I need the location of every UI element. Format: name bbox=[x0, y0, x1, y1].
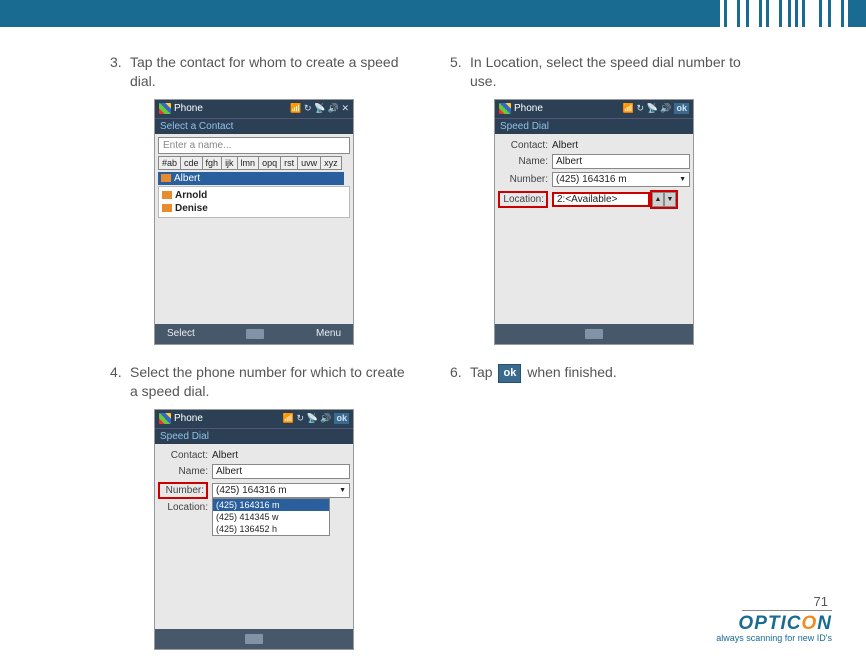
screenshot-contact-list: Phone 📶 ↻ 📡 🔊 ✕ Select a Contact Enter a… bbox=[154, 99, 354, 345]
softkey-select[interactable]: Select bbox=[167, 328, 195, 339]
step-3-number: 3. bbox=[110, 53, 130, 91]
step-5-number: 5. bbox=[450, 53, 470, 91]
step-4-text: Select the phone number for which to cre… bbox=[130, 363, 410, 401]
step-3: 3. Tap the contact for whom to create a … bbox=[110, 53, 410, 345]
ok-button-inline: ok bbox=[498, 364, 521, 383]
barcode-decoration bbox=[717, 0, 848, 27]
name-input[interactable]: Albert bbox=[552, 154, 690, 169]
left-column: 3. Tap the contact for whom to create a … bbox=[110, 53, 410, 668]
step-5: 5. In Location, select the speed dial nu… bbox=[450, 53, 750, 345]
alpha-tabs[interactable]: #abcdefghijklmnopqrstuvwxyz bbox=[158, 156, 350, 170]
shot1-status-icons: 📶 ↻ 📡 🔊 ✕ bbox=[290, 103, 349, 114]
step-6-number: 6. bbox=[450, 363, 470, 383]
shot3-title: Phone bbox=[514, 103, 543, 114]
shot3-subheader: Speed Dial bbox=[495, 118, 693, 134]
dropdown-item-selected[interactable]: (425) 164316 m bbox=[213, 499, 329, 511]
shot1-title: Phone bbox=[174, 103, 203, 114]
screenshot-location-select: Phone 📶 ↻ 📡 🔊 ok Speed Dial Contact:Albe… bbox=[494, 99, 694, 345]
shot1-subheader: Select a Contact bbox=[155, 118, 353, 134]
keyboard-icon[interactable] bbox=[246, 329, 264, 339]
step-3-text: Tap the contact for whom to create a spe… bbox=[130, 53, 410, 91]
page-top-bar bbox=[0, 0, 866, 27]
keyboard-icon[interactable] bbox=[585, 329, 603, 339]
contact-value: Albert bbox=[212, 450, 238, 461]
ok-button[interactable]: ok bbox=[334, 413, 349, 424]
step-4-number: 4. bbox=[110, 363, 130, 401]
brand-tagline: always scanning for new ID's bbox=[716, 633, 832, 643]
name-input[interactable]: Albert bbox=[212, 464, 350, 479]
page-number-rule bbox=[742, 610, 832, 611]
contact-item[interactable]: Arnold bbox=[162, 189, 346, 202]
dropdown-item[interactable]: (425) 414345 w bbox=[213, 511, 329, 523]
step-6-text: Tap ok when finished. bbox=[470, 363, 750, 383]
shot2-title: Phone bbox=[174, 413, 203, 424]
page-number: 71 bbox=[814, 594, 828, 609]
step-6: 6. Tap ok when finished. bbox=[450, 363, 750, 383]
right-column: 5. In Location, select the speed dial nu… bbox=[450, 53, 750, 668]
start-icon bbox=[159, 413, 171, 424]
number-dropdown[interactable]: (425) 164316 m▼ bbox=[552, 172, 690, 187]
step-5-text: In Location, select the speed dial numbe… bbox=[470, 53, 750, 91]
contact-value: Albert bbox=[552, 140, 578, 151]
keyboard-icon[interactable] bbox=[245, 634, 263, 644]
brand-footer: OPTICON always scanning for new ID's bbox=[716, 613, 832, 643]
contact-item-selected[interactable]: Albert bbox=[174, 173, 200, 184]
contact-item[interactable]: Denise bbox=[162, 202, 346, 215]
shot2-status-icons: 📶 ↻ 📡 🔊 ok bbox=[283, 413, 349, 424]
softkey-menu[interactable]: Menu bbox=[316, 328, 341, 339]
shot2-subheader: Speed Dial bbox=[155, 428, 353, 444]
ok-button[interactable]: ok bbox=[674, 103, 689, 114]
screenshot-number-select: Phone 📶 ↻ 📡 🔊 ok Speed Dial Contact:Albe… bbox=[154, 409, 354, 650]
start-icon bbox=[159, 103, 171, 114]
location-spin-buttons[interactable]: ▲▼ bbox=[650, 190, 678, 209]
location-spinner[interactable]: 2:<Available> bbox=[552, 192, 650, 207]
start-icon bbox=[499, 103, 511, 114]
step-4: 4. Select the phone number for which to … bbox=[110, 363, 410, 650]
number-dropdown[interactable]: (425) 164316 m▼ bbox=[212, 483, 350, 498]
dropdown-item[interactable]: (425) 136452 h bbox=[213, 523, 329, 535]
shot3-status-icons: 📶 ↻ 📡 🔊 ok bbox=[623, 103, 689, 114]
contact-search-input[interactable]: Enter a name... bbox=[158, 137, 350, 154]
